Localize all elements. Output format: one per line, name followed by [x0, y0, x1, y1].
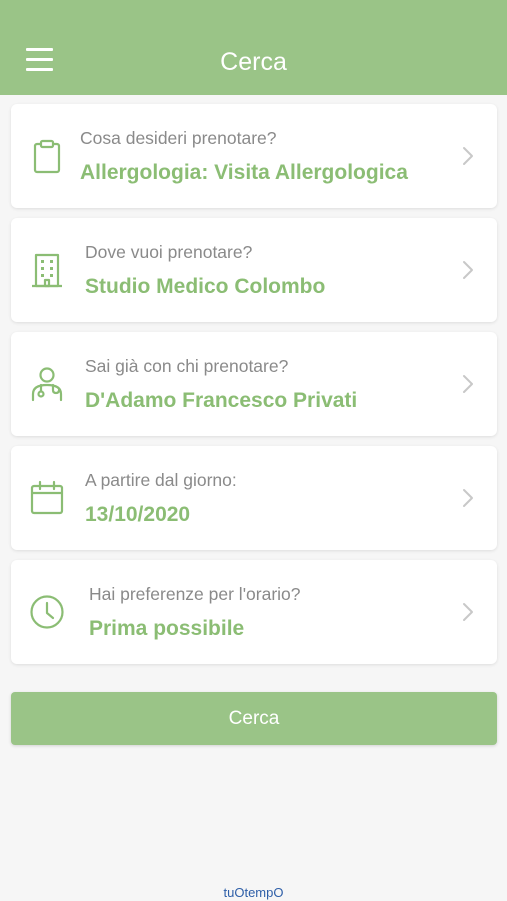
date-value: 13/10/2020 — [85, 503, 191, 526]
time-preference-label: Hai preferenze per l'orario? — [89, 584, 301, 604]
location-value: Studio Medico Colombo — [85, 275, 326, 298]
location-label: Dove vuoi prenotare? — [85, 242, 253, 262]
date-selector-card[interactable]: A partire dal giorno: 13/10/2020 — [11, 446, 497, 550]
chevron-right-icon — [461, 487, 475, 509]
clipboard-icon — [29, 138, 65, 174]
service-label: Cosa desideri prenotare? — [80, 128, 277, 148]
chevron-right-icon — [461, 373, 475, 395]
search-button[interactable]: Cerca — [11, 692, 497, 745]
calendar-icon — [29, 480, 65, 516]
page-title: Cerca — [220, 48, 287, 76]
chevron-right-icon — [461, 601, 475, 623]
location-selector-card[interactable]: Dove vuoi prenotare? Studio Medico Colom… — [11, 218, 497, 322]
date-label: A partire dal giorno: — [85, 470, 237, 490]
building-icon — [29, 252, 65, 288]
doctor-label: Sai già con chi prenotare? — [85, 356, 289, 376]
chevron-right-icon — [461, 259, 475, 281]
service-value: Allergologia: Visita Allergologica — [80, 161, 408, 184]
doctor-selector-card[interactable]: Sai già con chi prenotare? D'Adamo Franc… — [11, 332, 497, 436]
doctor-value: D'Adamo Francesco Privati — [85, 389, 358, 412]
app-header: Cerca — [0, 0, 507, 95]
time-preference-value: Prima possibile — [89, 617, 245, 640]
service-selector-card[interactable]: Cosa desideri prenotare? Allergologia: V… — [11, 104, 497, 208]
time-preference-card[interactable]: Hai preferenze per l'orario? Prima possi… — [11, 560, 497, 664]
brand-logo-text: tuOtempO — [223, 885, 284, 900]
clock-icon — [29, 594, 65, 630]
chevron-right-icon — [461, 145, 475, 167]
doctor-icon — [29, 366, 65, 402]
